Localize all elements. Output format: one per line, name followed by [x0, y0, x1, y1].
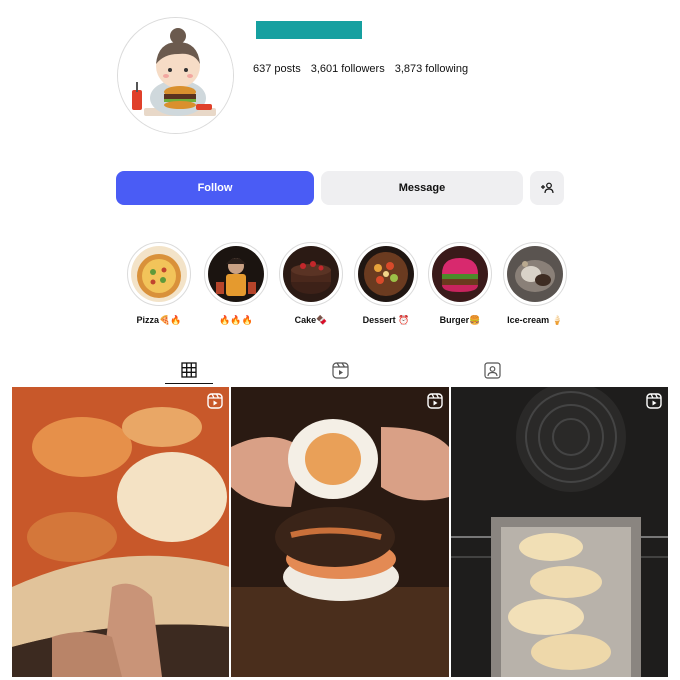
username-redacted — [256, 21, 362, 39]
highlight-pizza[interactable]: Pizza🍕🔥 — [126, 242, 192, 326]
reels-icon — [331, 361, 349, 379]
pizza-highlight-icon — [131, 246, 187, 302]
dessert-highlight-icon — [358, 246, 414, 302]
add-user-button[interactable] — [530, 171, 564, 205]
highlight-ice-cream[interactable]: Ice-cream 🍦 — [502, 242, 568, 326]
highlight-label: 🔥🔥🔥 — [219, 315, 253, 325]
reel-badge-icon — [426, 393, 443, 409]
egg-burger-post-image — [231, 387, 449, 677]
highlight-label: Pizza🍕🔥 — [136, 315, 182, 325]
following-count[interactable]: 3,873 following — [395, 63, 468, 75]
profile-tabs — [0, 356, 680, 384]
ice-cream-highlight-icon — [507, 246, 563, 302]
reel-badge-icon — [646, 393, 662, 409]
post-pizza[interactable] — [12, 387, 230, 677]
person-highlight-icon — [208, 246, 264, 302]
pizza-post-image — [12, 387, 230, 677]
posts-grid — [12, 387, 668, 677]
highlight-label: Ice-cream 🍦 — [507, 315, 563, 325]
dough-oven-post-image — [450, 387, 668, 677]
posts-count[interactable]: 637 posts — [253, 63, 301, 75]
add-user-icon — [541, 182, 554, 194]
chibi-girl-eating-burger-avatar — [118, 18, 233, 133]
highlight-cake[interactable]: Cake🍫 — [278, 242, 344, 326]
highlight-fire[interactable]: 🔥🔥🔥 — [203, 242, 269, 326]
highlight-burger[interactable]: Burger🍔 — [427, 242, 493, 326]
profile-stats: 637 posts 3,601 followers 3,873 followin… — [253, 63, 468, 75]
reel-badge-icon — [207, 393, 224, 409]
tab-reels[interactable] — [330, 360, 350, 380]
tab-tagged[interactable] — [482, 360, 502, 380]
highlight-label: Cake🍫 — [294, 315, 328, 325]
tab-posts[interactable] — [179, 360, 199, 380]
post-egg-burger[interactable] — [231, 387, 449, 677]
tagged-icon — [483, 361, 501, 379]
followers-count[interactable]: 3,601 followers — [311, 63, 385, 75]
follow-button[interactable]: Follow — [116, 171, 314, 205]
grid-icon — [181, 362, 197, 378]
message-button[interactable]: Message — [321, 171, 523, 205]
highlight-label: Burger🍔 — [439, 315, 481, 325]
profile-avatar[interactable] — [117, 17, 234, 134]
highlight-label: Dessert ⏰ — [362, 315, 410, 325]
burger-highlight-icon — [432, 246, 488, 302]
chocolate-cake-highlight-icon — [283, 246, 339, 302]
highlight-dessert[interactable]: Dessert ⏰ — [353, 242, 419, 326]
story-highlights: Pizza🍕🔥 🔥🔥🔥 Cake🍫 Dessert ⏰ Burger🍔 Ice-… — [126, 242, 576, 332]
active-tab-indicator — [165, 383, 213, 384]
post-dough-oven[interactable] — [450, 387, 668, 677]
